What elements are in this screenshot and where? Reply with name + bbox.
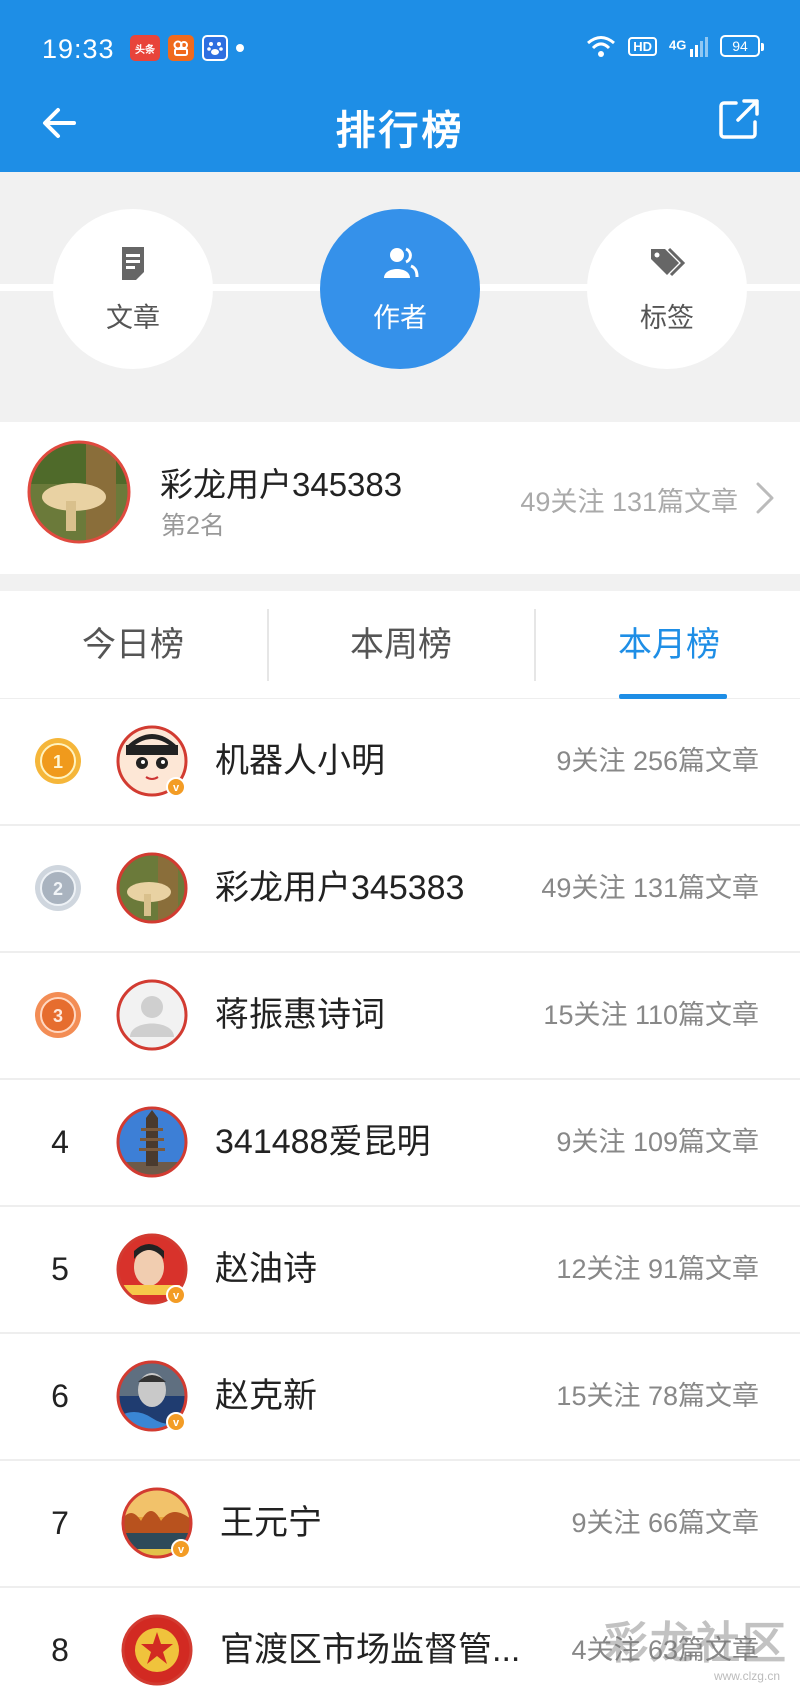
rank-number: 5 [51, 1251, 69, 1287]
silver-medal-icon: 2 [35, 865, 81, 911]
list-item[interactable]: 4 341488爱昆明 9关注 109篇文章 [0, 1080, 800, 1207]
list-item[interactable]: 1 v 机器人小明 9关注 256篇文章 [0, 699, 800, 826]
tab-month[interactable]: 本月榜 [536, 591, 800, 699]
gold-medal-icon: 1 [35, 738, 81, 784]
user-stats: 9关注 109篇文章 [556, 1127, 759, 1157]
username: 彩龙用户345383 [215, 869, 465, 907]
tab-week-label: 本周榜 [350, 626, 452, 664]
tags-icon [651, 247, 686, 276]
category-author[interactable]: 作者 [320, 209, 480, 369]
category-article[interactable]: 文章 [53, 209, 213, 369]
my-rank-card[interactable]: 彩龙用户345383 第2名 49关注 131篇文章 [0, 422, 800, 574]
my-username: 彩龙用户345383 [160, 466, 403, 503]
user-stats: 9关注 256篇文章 [556, 746, 759, 776]
username: 王元宁 [220, 1504, 322, 1542]
share-icon [719, 99, 759, 139]
avatar: v [116, 725, 188, 797]
avatar [116, 1106, 188, 1178]
top-bar: 19:33 头条 HD 4G 94 排行榜 [0, 0, 800, 172]
rank-number: 8 [51, 1632, 69, 1668]
avatar [121, 1614, 193, 1686]
avatar: v [116, 1360, 188, 1432]
svg-text:3: 3 [53, 1006, 63, 1026]
svg-text:v: v [178, 1544, 185, 1556]
category-article-label: 文章 [106, 302, 160, 333]
user-stats: 12关注 91篇文章 [556, 1254, 759, 1284]
username: 官渡区市场监督管... [220, 1631, 521, 1669]
user-stats: 49关注 131篇文章 [541, 873, 759, 903]
more-notifications-dot [236, 44, 244, 52]
category-tag-label: 标签 [640, 302, 694, 333]
tab-today[interactable]: 今日榜 [0, 591, 266, 699]
list-item[interactable]: 7 v 王元宁 9关注 66篇文章 [0, 1461, 800, 1588]
username: 341488爱昆明 [215, 1123, 431, 1161]
svg-text:v: v [173, 1417, 180, 1429]
avatar [116, 852, 188, 924]
svg-text:2: 2 [53, 879, 63, 899]
list-item[interactable]: 2 彩龙用户345383 49关注 131篇文章 [0, 826, 800, 953]
user-stats: 15关注 78篇文章 [556, 1381, 759, 1411]
list-item[interactable]: 3 蒋振惠诗词 15关注 110篇文章 [0, 953, 800, 1080]
user-stats: 9关注 66篇文章 [571, 1508, 759, 1538]
baidu-app-icon [202, 35, 228, 61]
watermark-url: www.clzg.cn [713, 1669, 780, 1683]
notification-icons: 头条 [130, 35, 244, 61]
category-switcher: 文章 作者 标签 [0, 172, 800, 422]
chevron-right-icon [756, 482, 774, 514]
toutiao-app-icon: 头条 [130, 35, 160, 61]
list-item[interactable]: 6 v 赵克新 15关注 78篇文章 [0, 1334, 800, 1461]
rank-number: 4 [51, 1124, 69, 1160]
avatar: v [116, 1233, 188, 1305]
tab-month-label: 本月榜 [618, 626, 720, 664]
signal-icon: 4G [669, 35, 708, 57]
document-icon [122, 246, 144, 280]
tab-week[interactable]: 本周榜 [268, 591, 534, 699]
tab-today-label: 今日榜 [82, 626, 184, 664]
list-item[interactable]: 5 v 赵油诗 12关注 91篇文章 [0, 1207, 800, 1334]
battery-icon: 94 [720, 35, 764, 57]
user-stats: 15关注 110篇文章 [543, 1000, 759, 1030]
svg-text:v: v [173, 1290, 180, 1302]
my-stats: 49关注 131篇文章 [520, 487, 738, 517]
category-author-label: 作者 [373, 302, 427, 333]
my-avatar [27, 440, 131, 544]
header: 排行榜 [0, 80, 800, 172]
avatar: v [121, 1487, 193, 1559]
svg-text:1: 1 [53, 752, 63, 772]
hd-badge: HD [628, 36, 658, 56]
period-tabs: 今日榜 本周榜 本月榜 [0, 591, 800, 699]
page-title: 排行榜 [335, 109, 465, 153]
wifi-icon [587, 36, 616, 57]
username: 蒋振惠诗词 [215, 996, 385, 1034]
svg-text:v: v [173, 782, 180, 794]
rank-number: 7 [51, 1505, 69, 1541]
share-button[interactable] [714, 94, 764, 144]
username: 赵油诗 [215, 1250, 317, 1288]
kuaishou-app-icon [168, 35, 194, 61]
watermark-logo: 彩龙社区 [604, 1618, 788, 1669]
avatar [116, 979, 188, 1051]
username: 机器人小明 [215, 742, 385, 780]
username: 赵克新 [215, 1377, 317, 1415]
network-type: 4G [669, 37, 687, 53]
my-rank-position: 第2名 [161, 512, 225, 540]
status-right: HD 4G 94 [586, 34, 764, 58]
ranking-list: 1 v 机器人小明 9关注 256篇文章 2 彩龙用户345383 49关注 1… [0, 699, 800, 1689]
category-tag[interactable]: 标签 [587, 209, 747, 369]
rank-number: 6 [51, 1378, 69, 1414]
section-divider [0, 574, 800, 591]
status-time: 19:33 [42, 34, 115, 64]
users-icon [384, 247, 419, 278]
bronze-medal-icon: 3 [35, 992, 81, 1038]
